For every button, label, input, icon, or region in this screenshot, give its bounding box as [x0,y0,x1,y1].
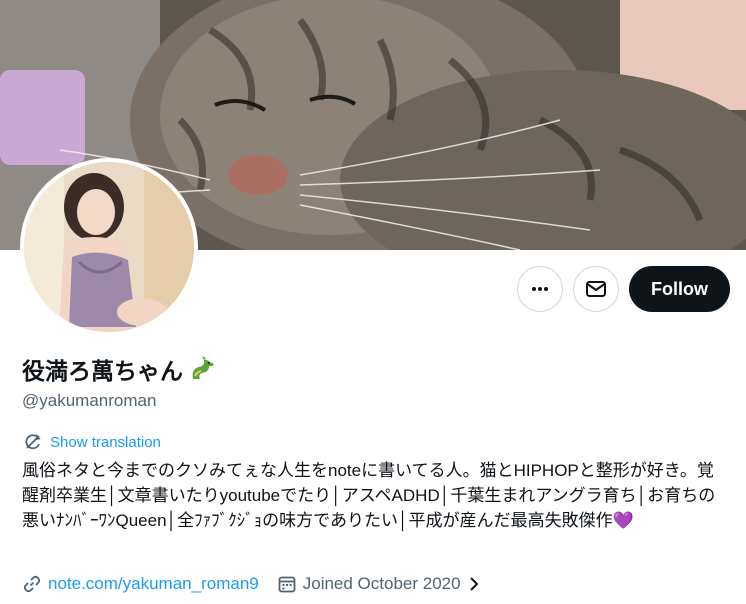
translate-icon [25,434,41,450]
handle: @yakumanroman [22,391,157,410]
dragon-icon [192,356,214,379]
display-name: 役満ろ萬ちゃん [22,358,183,384]
avatar-image [24,162,194,332]
profile-meta: note.com/yakuman_roman9 Joined October 2… [22,574,481,594]
show-translation-link[interactable]: Show translation [24,433,161,451]
calendar-icon [278,576,296,593]
avatar-frame[interactable] [20,158,198,336]
joined-item: Joined October 2020 [277,574,461,594]
more-icon [532,287,548,291]
follow-button[interactable]: Follow [629,266,730,312]
website-link[interactable]: note.com/yakuman_roman9 [48,574,259,594]
avatar [24,162,194,332]
chevron-right-icon[interactable] [467,576,481,592]
profile-actions: Follow [517,266,730,312]
link-icon [23,575,41,593]
website-item[interactable]: note.com/yakuman_roman9 [22,574,259,594]
joined-date: Joined October 2020 [302,574,461,593]
profile-bio: 風俗ネタと今までのクソみてぇな人生をnoteに書いてる人。猫とHIPHOPと整形… [22,461,716,530]
message-button[interactable] [573,266,619,312]
name-row: 役満ろ萬ちゃん [22,352,217,386]
more-button[interactable] [517,266,563,312]
envelope-icon [586,281,606,297]
show-translation-label: Show translation [50,433,161,451]
